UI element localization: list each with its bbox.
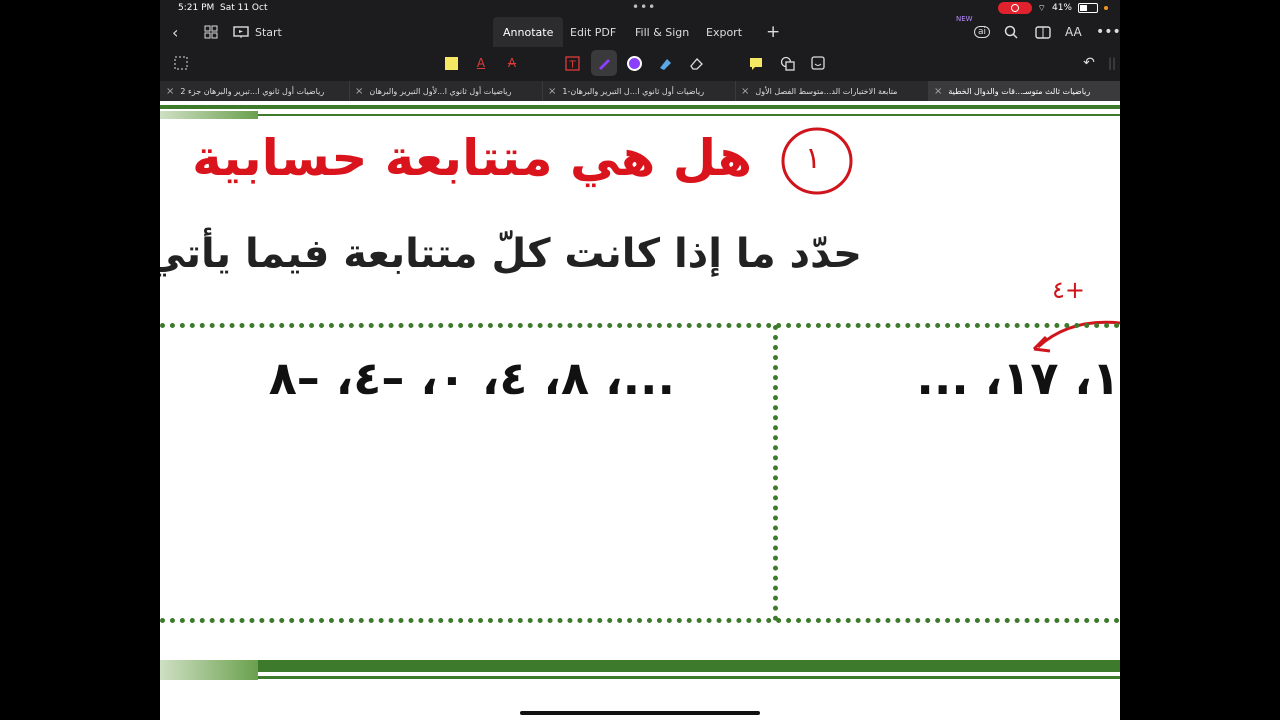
document-tabs: × رياضيات ثالث متوسـ...قات والدوال الخطي… bbox=[160, 81, 1120, 101]
privacy-dot bbox=[1104, 6, 1108, 10]
text-color-icon[interactable]: A bbox=[473, 55, 489, 71]
status-time-date: 5:21 PM Sat 11 Oct bbox=[178, 3, 268, 13]
divider-top bbox=[160, 105, 1120, 109]
toolbar-handle-icon[interactable]: || bbox=[1104, 55, 1120, 71]
add-plus-icon[interactable]: + bbox=[766, 17, 780, 47]
annotation-number: ١ bbox=[805, 141, 822, 176]
close-icon[interactable]: × bbox=[741, 86, 749, 97]
presentation-icon bbox=[233, 25, 249, 38]
sticker-icon[interactable] bbox=[810, 55, 826, 71]
more-options-icon[interactable]: ••• bbox=[1096, 17, 1120, 47]
strikethrough-icon[interactable]: A bbox=[504, 55, 520, 71]
pen-tool-icon[interactable] bbox=[591, 50, 617, 76]
battery-icon bbox=[1078, 3, 1098, 13]
start-label: Start bbox=[255, 25, 282, 39]
grid-view-icon[interactable] bbox=[204, 17, 218, 47]
text-box-icon[interactable]: T bbox=[564, 55, 580, 71]
table-border-bottom bbox=[160, 618, 1120, 623]
close-icon[interactable]: × bbox=[355, 86, 363, 97]
table-divider bbox=[773, 325, 778, 621]
search-icon[interactable] bbox=[1004, 17, 1018, 47]
sequence-left: ...، ٨، ٤، ٠، –٤، –٨ bbox=[268, 351, 675, 405]
status-time: 5:21 PM bbox=[178, 3, 215, 13]
table-border-top bbox=[160, 323, 1120, 328]
status-date: Sat 11 Oct bbox=[220, 3, 268, 13]
comment-note-icon[interactable] bbox=[748, 55, 764, 71]
tab-fill-sign[interactable]: Fill & Sign bbox=[635, 17, 689, 47]
shapes-icon[interactable] bbox=[779, 55, 795, 71]
wifi-icon: ⌔ bbox=[1037, 3, 1046, 14]
tab-label: رياضيات أول ثانوي ا...تبرير والبرهان جزء… bbox=[180, 86, 325, 96]
tab-document-5[interactable]: × رياضيات أول ثانوي ا...تبرير والبرهان ج… bbox=[160, 81, 350, 101]
tab-document-1[interactable]: × رياضيات ثالث متوسـ...قات والدوال الخطي… bbox=[928, 81, 1120, 101]
divider-bottom-thin bbox=[160, 676, 1120, 679]
back-chevron-icon[interactable]: ‹ bbox=[172, 17, 178, 47]
start-button[interactable]: Start bbox=[233, 17, 282, 47]
text-size-button[interactable]: AA bbox=[1065, 17, 1082, 47]
close-icon[interactable]: × bbox=[166, 86, 174, 97]
ai-assistant-button[interactable]: ai bbox=[974, 17, 991, 47]
tab-document-2[interactable]: × متابعة الاختبارات الد...متوسط الفصل ال… bbox=[735, 81, 929, 101]
home-indicator[interactable] bbox=[520, 711, 760, 715]
lasso-select-icon[interactable] bbox=[173, 55, 189, 71]
ai-label: ai bbox=[974, 26, 991, 38]
divider-bottom bbox=[160, 660, 1120, 672]
book-view-icon[interactable] bbox=[1035, 17, 1051, 47]
sequence-right: ١، ١٧، ... bbox=[916, 351, 1120, 405]
annotation-note: +٤ bbox=[1052, 276, 1085, 304]
svg-text:T: T bbox=[568, 59, 576, 70]
new-badge: NEW bbox=[956, 15, 973, 23]
tab-label: متابعة الاختبارات الد...متوسط الفصل الأو… bbox=[755, 86, 898, 96]
eraser-icon[interactable] bbox=[688, 55, 704, 71]
tab-label: رياضيات ثالث متوسـ...قات والدوال الخطية bbox=[948, 86, 1091, 96]
highlight-tool-icon[interactable] bbox=[443, 55, 459, 71]
color-picker-icon[interactable] bbox=[626, 55, 642, 71]
divider-fade bbox=[160, 111, 258, 119]
divider-top-thin bbox=[160, 114, 1120, 116]
tab-label: رياضيات أول ثانوي ا...لأول التبرير والبر… bbox=[369, 86, 512, 96]
tab-document-3[interactable]: × رياضيات أول ثانوي ا...ل التبرير والبره… bbox=[542, 81, 736, 101]
close-icon[interactable]: × bbox=[934, 86, 942, 97]
section-heading: هل هي متتابعة حسابية bbox=[192, 129, 752, 187]
app-window: 5:21 PM Sat 11 Oct ••• ⌔ 41% ‹ Start Ann… bbox=[160, 0, 1120, 720]
marker-tool-icon[interactable] bbox=[657, 55, 673, 71]
multitask-dots[interactable]: ••• bbox=[632, 0, 656, 14]
undo-icon[interactable]: ↶ bbox=[1081, 55, 1097, 71]
instruction-text: حدّد ما إذا كانت كلّ متتابعة فيما يأتي bbox=[160, 231, 862, 277]
close-icon[interactable]: × bbox=[548, 86, 556, 97]
battery-percent: 41% bbox=[1051, 3, 1072, 13]
tab-edit-pdf[interactable]: Edit PDF bbox=[570, 17, 616, 47]
status-bar: 5:21 PM Sat 11 Oct ••• ⌔ 41% bbox=[160, 0, 1120, 17]
pdf-page[interactable]: هل هي متتابعة حسابية ١ حدّد ما إذا كانت … bbox=[160, 101, 1120, 720]
tab-annotate[interactable]: Annotate bbox=[493, 17, 564, 47]
divider-bottom-fade bbox=[160, 660, 258, 680]
screen-record-indicator[interactable] bbox=[997, 2, 1032, 14]
tab-document-4[interactable]: × رياضيات أول ثانوي ا...لأول التبرير وال… bbox=[349, 81, 543, 101]
annotation-arrow bbox=[1032, 320, 1120, 353]
tab-export[interactable]: Export bbox=[706, 17, 742, 47]
annotation-toolbar: A A T ↶ || bbox=[160, 47, 1120, 81]
top-navigation: ‹ Start Annotate Edit PDF Fill & Sign Ex… bbox=[160, 15, 1120, 47]
tab-label: رياضيات أول ثانوي ا...ل التبرير والبرهان… bbox=[562, 86, 705, 96]
